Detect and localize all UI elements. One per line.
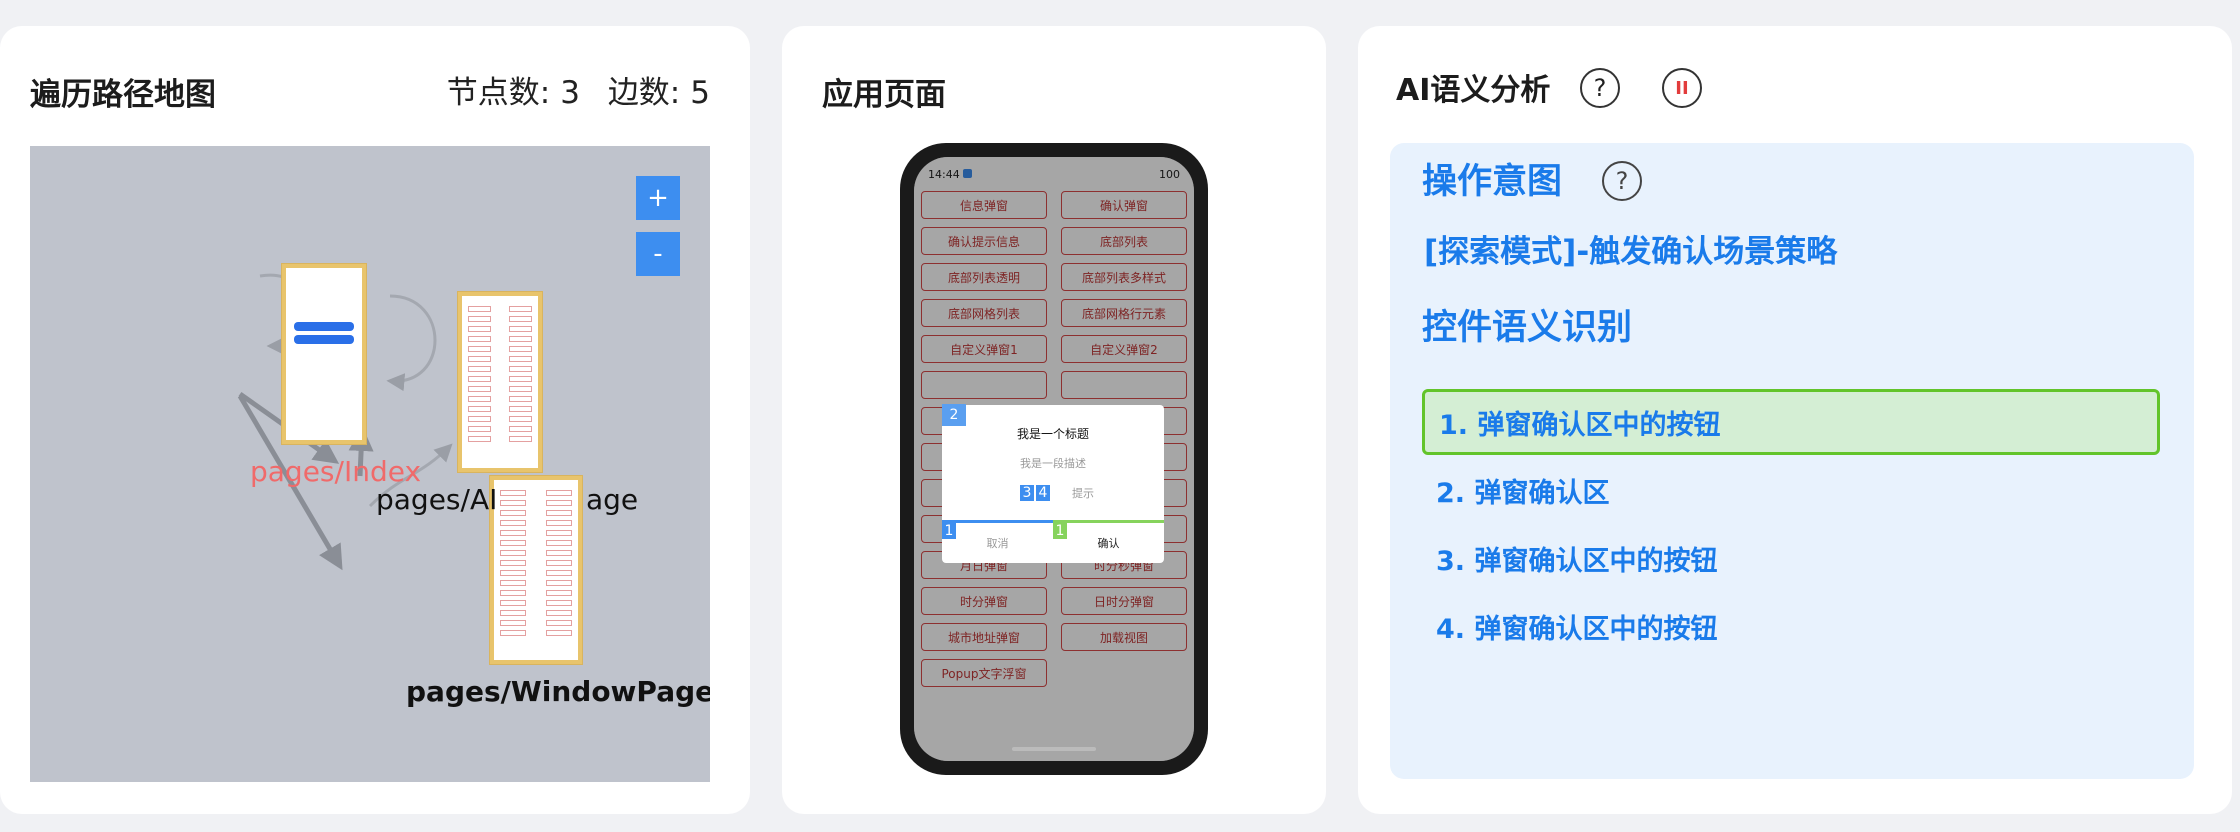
node-label-ai-suffix: age <box>586 483 639 516</box>
confirm-dialog: 2 我是一个标题 我是一段描述 提示 3 4 取消 确认 1 1 <box>942 404 1164 563</box>
phone-frame: 14:44 100 信息弹窗 确认弹窗 确认提示信息 底部列表 底部列表透明 底部列表多样… <box>900 143 1208 775</box>
dialog-title: 我是一个标题 <box>1016 427 1089 441</box>
controls-heading: 控件语义识别 <box>1422 308 1633 348</box>
edge-ai-self <box>386 294 437 392</box>
edge-count-label: 边数: <box>607 75 681 111</box>
dialog-confirm-button[interactable]: 确认 <box>1053 523 1164 563</box>
node-label-ai: pages/AI <box>376 483 498 516</box>
ai-analysis-card: AI语义分析 ? II 操作意图 ? [探索模式]-触发确认场景策略 控件语义识… <box>1358 26 2232 814</box>
dialog-hint: 提示 <box>1072 487 1094 500</box>
graph-stats: 节点数: 3 边数: 5 <box>437 78 710 109</box>
node-index[interactable] <box>282 264 366 444</box>
element-tag-1-confirm: 1 <box>1053 523 1067 539</box>
control-item-3[interactable]: 3. 弹窗确认区中的按钮 <box>1422 525 2160 591</box>
dialog-description: 我是一段描述 <box>1020 457 1086 470</box>
home-indicator <box>1012 747 1096 751</box>
intent-text: [探索模式]-触发确认场景策略 <box>1424 234 1838 270</box>
graph-canvas[interactable]: + - pages/Index pages/AI age pages/Windo… <box>30 146 710 782</box>
element-tag-1-cancel: 1 <box>942 523 956 539</box>
node-label-index: pages/Index <box>250 455 422 488</box>
zoom-in-button[interactable]: + <box>636 176 680 220</box>
element-tag-4: 4 <box>1036 485 1050 501</box>
app-page-title: 应用页面 <box>822 77 946 113</box>
node-window-page[interactable] <box>490 476 582 664</box>
help-icon[interactable]: ? <box>1580 68 1620 108</box>
dialog-cancel-button[interactable]: 取消 <box>942 523 1053 563</box>
edge-count: 5 <box>690 75 710 111</box>
element-tag-2: 2 <box>942 404 966 426</box>
app-page-card: 应用页面 14:44 100 信息弹窗 确认弹窗 确认提示信息 底部列表 底部列表透明底… <box>782 26 1326 814</box>
phone-screen: 14:44 100 信息弹窗 确认弹窗 确认提示信息 底部列表 底部列表透明 底部列表多样… <box>914 157 1194 761</box>
map-title: 遍历路径地图 <box>30 77 216 113</box>
ai-analysis-title: AI语义分析 <box>1396 73 1551 108</box>
ai-analysis-panel: 操作意图 ? [探索模式]-触发确认场景策略 控件语义识别 1. 弹窗确认区中的… <box>1390 143 2194 779</box>
node-count: 3 <box>560 75 580 111</box>
control-item-2[interactable]: 2. 弹窗确认区 <box>1422 457 2160 523</box>
element-tag-3: 3 <box>1020 485 1034 501</box>
intent-heading: 操作意图 <box>1422 162 1563 202</box>
node-label-window: pages/WindowPage <box>406 675 710 708</box>
traversal-map-card: 遍历路径地图 节点数: 3 边数: 5 + - pages/Index page… <box>0 26 750 814</box>
node-count-label: 节点数: <box>446 75 551 111</box>
control-item-1[interactable]: 1. 弹窗确认区中的按钮 <box>1422 389 2160 455</box>
intent-help-icon[interactable]: ? <box>1602 161 1642 201</box>
pause-icon[interactable]: II <box>1662 68 1702 108</box>
control-item-4[interactable]: 4. 弹窗确认区中的按钮 <box>1422 593 2160 659</box>
zoom-out-button[interactable]: - <box>636 232 680 276</box>
node-ai-page[interactable] <box>458 292 542 472</box>
